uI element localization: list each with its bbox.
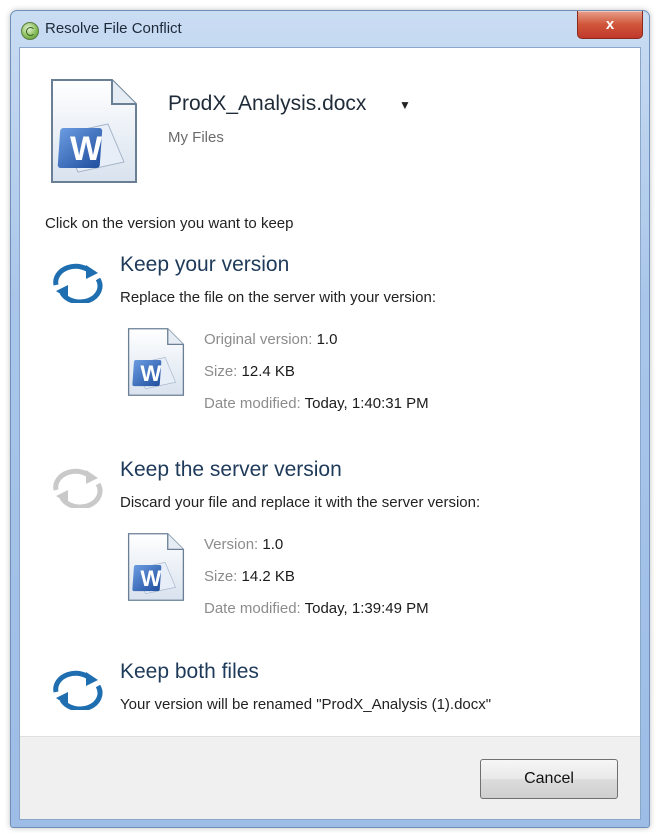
option-description: Your version will be renamed "ProdX_Anal… — [120, 696, 492, 713]
option-description: Discard your file and replace it with th… — [120, 494, 481, 511]
size-detail: Size: 12.4 KB — [204, 363, 295, 380]
close-icon: x — [605, 16, 615, 33]
option-title: Keep both files — [120, 660, 259, 683]
keep-both-files-option[interactable]: Keep both files Your version will be ren… — [20, 660, 640, 730]
resolve-file-conflict-dialog: Resolve File Conflict x ProdX_Analysis.d… — [10, 10, 650, 828]
word-document-icon — [126, 530, 186, 604]
option-title: Keep your version — [120, 253, 290, 276]
date-modified-detail: Date modified: Today, 1:39:49 PM — [204, 600, 429, 617]
instruction-text: Click on the version you want to keep — [45, 215, 294, 232]
dialog-content: ProdX_Analysis.docx ▼ My Files Click on … — [19, 47, 641, 820]
word-document-icon — [126, 325, 186, 399]
file-location: My Files — [168, 129, 224, 146]
sync-icon — [50, 261, 104, 303]
file-name[interactable]: ProdX_Analysis.docx — [168, 92, 366, 116]
date-modified-detail: Date modified: Today, 1:40:31 PM — [204, 395, 429, 412]
keep-your-version-option[interactable]: Keep your version Replace the file on th… — [20, 253, 640, 412]
sync-icon — [50, 466, 104, 508]
title-bar[interactable]: Resolve File Conflict x — [11, 11, 649, 47]
version-detail: Version: 1.0 — [204, 536, 284, 553]
option-description: Replace the file on the server with your… — [120, 289, 436, 306]
cancel-button[interactable]: Cancel — [480, 759, 618, 799]
version-detail: Original version: 1.0 — [204, 331, 338, 348]
app-icon — [21, 22, 39, 40]
option-title: Keep the server version — [120, 458, 342, 481]
sync-icon — [50, 668, 104, 710]
word-document-icon — [48, 76, 140, 186]
keep-server-version-option[interactable]: Keep the server version Discard your fil… — [20, 458, 640, 617]
close-button[interactable]: x — [577, 11, 643, 39]
dialog-footer: Cancel — [20, 736, 640, 819]
file-dropdown-icon[interactable]: ▼ — [399, 98, 411, 112]
size-detail: Size: 14.2 KB — [204, 568, 295, 585]
window-title: Resolve File Conflict — [45, 20, 182, 37]
